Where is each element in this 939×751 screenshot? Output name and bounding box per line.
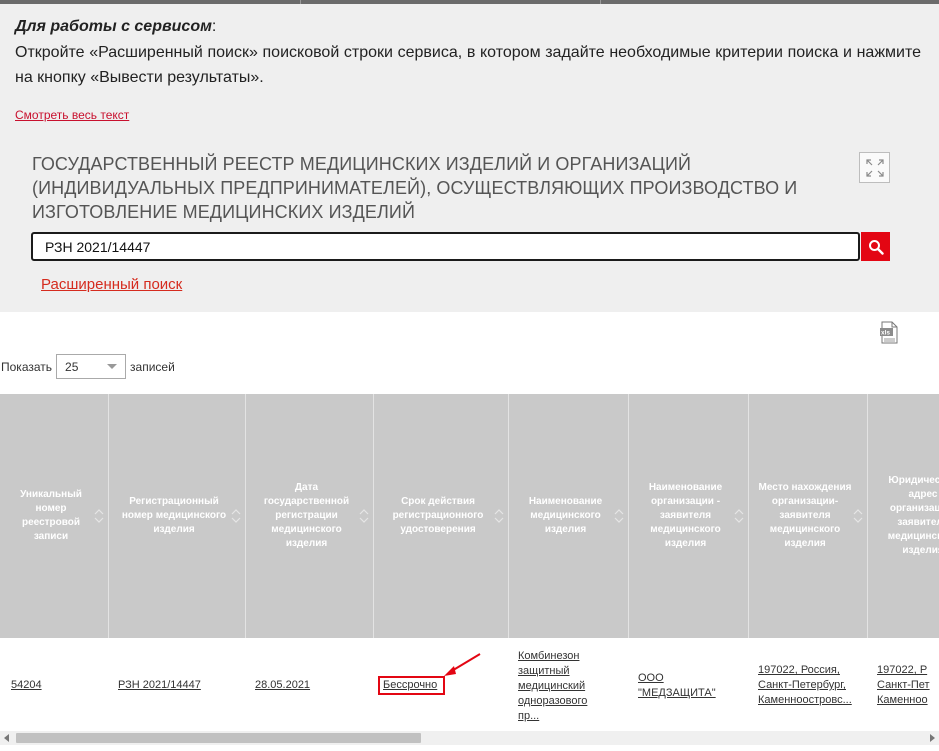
legal-address-link[interactable]: 197022, Р Санкт-Пет Каменноо: [877, 663, 930, 708]
search-button[interactable]: [861, 232, 890, 261]
advanced-search-link[interactable]: Расширенный поиск: [41, 276, 182, 293]
cell-location: 197022, Россия, Санкт-Петербург, Каменно…: [749, 638, 868, 731]
show-label: Показать: [1, 359, 53, 374]
scrollbar-thumb[interactable]: [16, 733, 421, 743]
page-size-select[interactable]: 25: [56, 354, 127, 379]
bottom-strip: [0, 745, 939, 751]
cell-organization: ООО "МЕДЗАЩИТА": [629, 638, 749, 731]
results-table: Уникальный номер реестровой записи Регис…: [0, 394, 939, 731]
record-id-link[interactable]: 54204: [11, 679, 42, 691]
sort-icon: [614, 509, 624, 523]
column-header[interactable]: Уникальный номер реестровой записи: [0, 394, 109, 638]
sort-icon: [494, 509, 504, 523]
horizontal-scrollbar[interactable]: [0, 731, 939, 745]
sort-icon: [359, 509, 369, 523]
svg-text:xls: xls: [881, 330, 890, 337]
cell-record-id: 54204: [0, 638, 109, 731]
scroll-left-icon[interactable]: [4, 734, 9, 742]
annotation-arrow-icon: [444, 653, 481, 676]
table-header: Уникальный номер реестровой записи Регис…: [0, 394, 939, 638]
cell-device-name: Комбинезон защитный медицинский одноразо…: [509, 638, 629, 731]
column-header[interactable]: Наименование организации - заявителя мед…: [629, 394, 749, 638]
registry-title: ГОСУДАРСТВЕННЫЙ РЕЕСТР МЕДИЦИНСКИХ ИЗДЕЛ…: [32, 154, 798, 222]
column-header[interactable]: Место нахождения организации-заявителя м…: [749, 394, 868, 638]
sort-icon: [94, 509, 104, 523]
search-icon: [868, 239, 884, 255]
column-header[interactable]: Юридический адрес организации-заявителя …: [868, 394, 939, 638]
sort-icon: [231, 509, 241, 523]
column-header[interactable]: Регистрационный номер медицинского издел…: [109, 394, 246, 638]
organization-link[interactable]: ООО "МЕДЗАЩИТА": [638, 671, 716, 701]
records-label: записей: [130, 359, 175, 374]
xls-export-icon[interactable]: xls: [879, 321, 899, 345]
device-name-link[interactable]: Комбинезон защитный медицинский одноразо…: [518, 649, 587, 724]
sort-icon: [853, 509, 863, 523]
column-header[interactable]: Наименование медицинского изделия: [509, 394, 629, 638]
cell-reg-date: 28.05.2021: [246, 638, 374, 731]
validity-highlight-box: [378, 676, 445, 695]
intro-heading: Для работы с сервисом:: [15, 18, 217, 35]
intro-text: Откройте «Расширенный поиск» поисковой с…: [15, 44, 921, 86]
location-link[interactable]: 197022, Россия, Санкт-Петербург, Каменно…: [758, 663, 852, 708]
reg-number-link[interactable]: РЗН 2021/14447: [118, 679, 201, 691]
page-size-control: Показать 25 записей: [1, 354, 175, 379]
reg-date-link[interactable]: 28.05.2021: [255, 679, 310, 691]
column-header[interactable]: Срок действия регистрационного удостовер…: [374, 394, 509, 638]
expand-button[interactable]: [859, 152, 890, 183]
sort-icon: [734, 509, 744, 523]
cell-legal-address: 197022, Р Санкт-Пет Каменноо: [868, 638, 939, 731]
intro-panel: Для работы с сервисом: Откройте «Расшире…: [0, 4, 939, 312]
chevron-down-icon: [107, 364, 118, 369]
column-header[interactable]: Дата государственной регистрации медицин…: [246, 394, 374, 638]
scroll-right-icon[interactable]: [930, 734, 935, 742]
search-input[interactable]: [31, 232, 860, 261]
cell-reg-number: РЗН 2021/14447: [109, 638, 246, 731]
expand-icon: [865, 158, 884, 177]
see-all-text-link[interactable]: Смотреть весь текст: [15, 108, 129, 122]
page-size-value: 25: [65, 359, 79, 374]
